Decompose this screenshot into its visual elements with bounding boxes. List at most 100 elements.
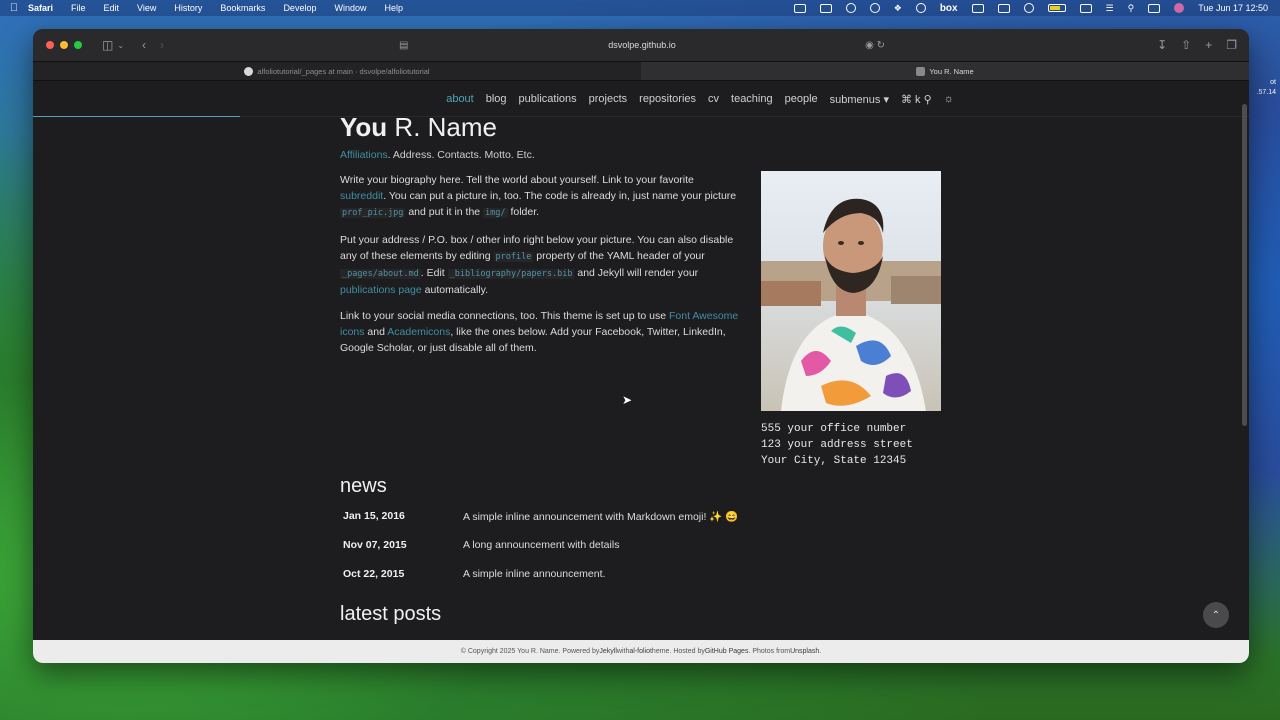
siri-icon[interactable] xyxy=(1174,3,1185,13)
biography: Write your biography here. Tell the worl… xyxy=(340,172,742,367)
nav-publications[interactable]: publications xyxy=(519,93,577,105)
menu-file[interactable]: File xyxy=(71,3,86,13)
subreddit-link[interactable]: subreddit xyxy=(340,190,383,202)
theme-toggle-icon[interactable]: ☼ xyxy=(944,93,954,105)
latest-posts-heading: latest posts xyxy=(340,603,442,625)
jekyll-link[interactable]: Jekyll xyxy=(599,648,617,655)
nav-projects[interactable]: projects xyxy=(589,93,628,105)
menu-view[interactable]: View xyxy=(137,3,156,13)
nav-blog[interactable]: blog xyxy=(486,93,507,105)
menu-bookmarks[interactable]: Bookmarks xyxy=(220,3,265,13)
footer-text: theme. Hosted by xyxy=(649,648,705,655)
affiliations-link[interactable]: Affiliations xyxy=(340,149,388,161)
new-tab-icon[interactable]: + xyxy=(1205,38,1212,52)
bio-paragraph-3: Link to your social media connections, t… xyxy=(340,308,742,356)
window-icon[interactable] xyxy=(1079,3,1092,13)
menu-history[interactable]: History xyxy=(174,3,202,13)
play-icon[interactable] xyxy=(1023,3,1034,13)
menu-app-name[interactable]: Safari xyxy=(28,3,53,13)
sync-icon[interactable] xyxy=(869,3,880,13)
search-icon[interactable]: ⚲ xyxy=(1128,3,1135,14)
a-square-icon[interactable] xyxy=(997,3,1010,13)
menu-window[interactable]: Window xyxy=(334,3,366,13)
macos-menu-bar:  Safari File Edit View History Bookmark… xyxy=(0,0,1280,16)
download-icon[interactable]: ↧ xyxy=(1157,38,1167,52)
sidebar-toggle-icon[interactable]: ◫ xyxy=(102,38,113,52)
cloud-icon[interactable] xyxy=(845,3,856,13)
bio-text: folder. xyxy=(507,206,540,218)
dropbox-icon[interactable]: ❖ xyxy=(894,3,902,14)
nav-search-shortcut[interactable]: ⌘ k ⚲ xyxy=(901,93,932,106)
box-icon[interactable]: box xyxy=(940,3,958,14)
menu-status-area: ❖ box ☰ ⚲ Tue Jun 17 12:50 xyxy=(793,3,1280,14)
a-icon[interactable] xyxy=(819,3,832,13)
calendar-icon[interactable] xyxy=(971,3,984,13)
scrollbar[interactable] xyxy=(1242,104,1247,426)
minimize-button[interactable] xyxy=(60,41,68,49)
window-controls xyxy=(46,41,82,49)
news-date: Jan 15, 2016 xyxy=(343,510,405,522)
menu-develop[interactable]: Develop xyxy=(283,3,316,13)
tab-github[interactable]: alfoliotutorial/_pages at main · dsvolpe… xyxy=(33,62,641,80)
desktop-side-line1: ot xyxy=(1270,79,1276,86)
mask-icon[interactable] xyxy=(915,3,926,13)
control-center-icon[interactable] xyxy=(1148,3,1161,13)
page-menu-icon[interactable]: ▤ xyxy=(399,40,408,51)
screen-mirror-icon[interactable] xyxy=(793,3,806,13)
menu-edit[interactable]: Edit xyxy=(104,3,120,13)
page-subtitle: Affiliations. Address. Contacts. Motto. … xyxy=(340,149,945,161)
nav-submenus[interactable]: submenus ▾ xyxy=(830,93,889,106)
footer-text: . Photos from xyxy=(748,648,791,655)
profile-photo-illustration xyxy=(761,171,941,411)
bio-text: automatically. xyxy=(421,283,489,296)
apple-icon[interactable]:  xyxy=(0,2,28,14)
title-rest-name: R. Name xyxy=(387,112,497,142)
unsplash-link[interactable]: Unsplash xyxy=(790,648,819,655)
news-date: Oct 22, 2015 xyxy=(343,568,405,580)
chevron-down-icon[interactable]: ⌄ xyxy=(117,41,124,50)
reload-icon[interactable]: ◉ ↻ xyxy=(865,40,885,51)
wifi-icon[interactable]: ☰ xyxy=(1106,3,1114,14)
menu-help[interactable]: Help xyxy=(384,3,403,13)
code-about-md: _pages/about.md xyxy=(340,268,421,279)
tab-you-r-name[interactable]: You R. Name xyxy=(641,62,1249,80)
news-item: Oct 22, 2015 A simple inline announcemen… xyxy=(343,568,763,597)
page-title: You R. Name xyxy=(340,112,945,143)
news-list: Jan 15, 2016 A simple inline announcemen… xyxy=(343,510,763,597)
bio-text: and xyxy=(364,326,388,338)
tab-overview-icon[interactable]: ❐ xyxy=(1226,38,1237,52)
academicons-link[interactable]: Academicons xyxy=(387,326,450,338)
nav-people[interactable]: people xyxy=(785,93,818,105)
menu-clock[interactable]: Tue Jun 17 12:50 xyxy=(1198,3,1268,13)
nav-repositories[interactable]: repositories xyxy=(639,93,696,105)
bio-text: . You can put a picture in, too. The cod… xyxy=(383,190,737,202)
address-bar[interactable]: ▤ dsvolpe.github.io ◉ ↻ xyxy=(395,35,889,55)
tab-bar: alfoliotutorial/_pages at main · dsvolpe… xyxy=(33,61,1249,81)
profile-picture xyxy=(761,171,941,411)
publications-page-link[interactable]: publications page xyxy=(340,284,422,296)
address-text[interactable]: dsvolpe.github.io xyxy=(608,40,676,50)
back-icon[interactable]: ‹ xyxy=(142,38,146,52)
al-folio-link[interactable]: al-folio xyxy=(629,648,650,655)
about-content: You R. Name Affiliations. Address. Conta… xyxy=(340,112,945,625)
bio-text: . Edit xyxy=(420,266,448,279)
nav-about[interactable]: about xyxy=(446,93,474,105)
github-pages-link[interactable]: GitHub Pages xyxy=(705,648,749,655)
close-button[interactable] xyxy=(46,41,54,49)
nav-teaching[interactable]: teaching xyxy=(731,93,773,105)
site-footer: © Copyright 2025 You R. Name. Powered by… xyxy=(33,640,1249,663)
share-icon[interactable]: ⇧ xyxy=(1181,38,1191,52)
forward-icon[interactable]: › xyxy=(160,38,164,52)
nav-cv[interactable]: cv xyxy=(708,93,719,105)
news-link[interactable]: A long announcement with details xyxy=(463,539,619,551)
news-item: Jan 15, 2016 A simple inline announcemen… xyxy=(343,510,763,539)
zoom-button[interactable] xyxy=(74,41,82,49)
chevron-up-icon: ⌃ xyxy=(1211,609,1221,621)
bio-text: and put it in the xyxy=(405,206,484,218)
battery-icon[interactable] xyxy=(1047,4,1066,12)
safari-window: ◫ ⌄ ‹ › ▤ dsvolpe.github.io ◉ ↻ ↧ ⇧ + ❐ … xyxy=(33,29,1249,663)
scroll-progress-bar xyxy=(33,116,240,117)
toolbar-right: ↧ ⇧ + ❐ xyxy=(1157,38,1237,52)
tab-label: You R. Name xyxy=(929,66,974,76)
back-to-top-button[interactable]: ⌃ xyxy=(1203,602,1229,628)
